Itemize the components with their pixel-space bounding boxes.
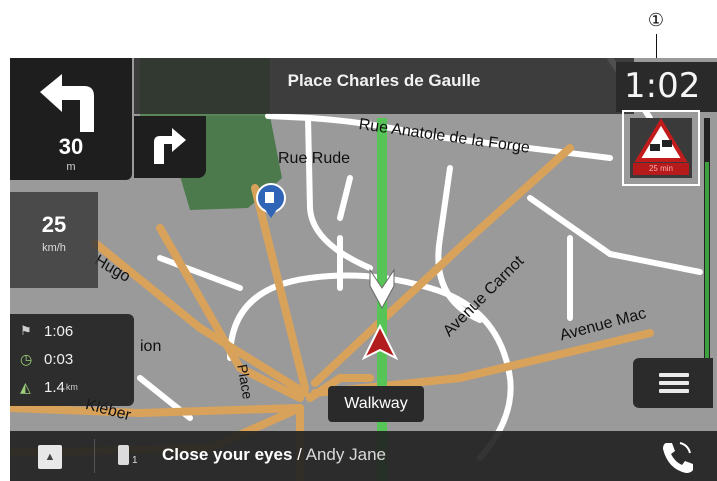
traffic-warning-panel: 25 min [630, 118, 692, 178]
trip-arrival-row: ◷ 0:03 [20, 348, 73, 370]
trip-distance-unit: km [65, 382, 78, 392]
callout-number: ① [647, 10, 665, 31]
track-title: Close your eyes [162, 445, 293, 464]
clock-time: 1:02 [624, 66, 701, 106]
trip-distance: 1.4 [44, 378, 65, 396]
track-separator: / [292, 445, 306, 464]
menu-icon-bar [659, 373, 689, 377]
current-speed: 25 [41, 212, 67, 237]
street-name-bar: Place Charles de Gaulle [134, 58, 634, 114]
traffic-delay-label: 25 min [633, 163, 689, 175]
phone-icon[interactable] [658, 439, 696, 475]
media-divider [94, 439, 95, 473]
speed-unit: km/h [42, 242, 66, 254]
distance-icon: ◭ [20, 378, 31, 395]
current-location-label: Walkway [328, 386, 424, 422]
speed-panel: 25 km/h [10, 192, 98, 288]
trip-remaining-time: 1:06 [44, 322, 74, 340]
trip-info-panel[interactable]: ⚑ 1:06 ◷ 0:03 ◭ 1.4 km [10, 314, 134, 406]
traffic-warning-icon [634, 118, 688, 162]
now-playing[interactable]: Close your eyes / Andy Jane [162, 445, 386, 465]
turn-left-arrow-icon [40, 74, 94, 132]
turn-distance: 30 [58, 134, 84, 159]
turn-instruction-panel[interactable]: 30 m [10, 58, 132, 180]
trip-remaining-time-row: ⚑ 1:06 [20, 320, 73, 342]
trip-distance-row: ◭ 1.4 km [20, 376, 78, 398]
menu-icon-bar [659, 381, 689, 385]
menu-button[interactable] [633, 358, 713, 408]
trip-arrival-time: 0:03 [44, 350, 74, 368]
turn-distance-unit: m [66, 161, 76, 173]
media-bar: ▲ 1 Close your eyes / Andy Jane [10, 431, 717, 481]
navigation-screen: Rue Anatole de la Forge Rue Rude Avenue … [10, 58, 717, 481]
expand-up-button[interactable]: ▲ [38, 445, 62, 469]
map-label-rue-rude: Rue Rude [278, 150, 351, 167]
street-name: Place Charles de Gaulle [287, 71, 481, 90]
menu-icon-bar [659, 389, 689, 393]
media-source-number: 1 [132, 455, 138, 466]
flag-icon: ⚑ [20, 323, 32, 338]
turn-right-arrow-icon [154, 128, 186, 164]
clock-icon: ◷ [20, 350, 33, 367]
media-source-icon [118, 445, 129, 465]
track-artist: Andy Jane [305, 445, 386, 464]
traffic-warning-highlight[interactable]: 25 min [622, 110, 700, 186]
clock-display: 1:02 [616, 62, 717, 112]
next-turn-panel [134, 116, 206, 178]
map-label-friedland: ion [140, 338, 162, 355]
